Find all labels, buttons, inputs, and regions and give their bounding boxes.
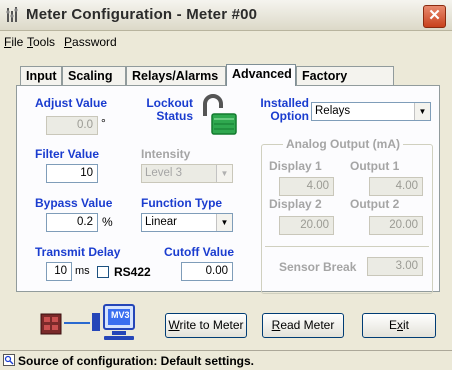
- unlocked-padlock-icon[interactable]: [200, 94, 240, 138]
- read-meter-button[interactable]: Read Meter: [262, 313, 344, 338]
- cable-icon: [64, 322, 90, 324]
- device-label: MV3: [111, 310, 130, 320]
- mv3-computer-icon: MV3: [90, 303, 144, 343]
- meter-device-icon: [40, 313, 62, 335]
- adjust-value-field[interactable]: 0.0: [46, 116, 98, 135]
- output1-field: 4.00: [369, 177, 423, 196]
- menu-bar: File Tools Password: [0, 31, 452, 51]
- menu-file[interactable]: File: [4, 35, 23, 49]
- chevron-down-icon[interactable]: ▼: [414, 103, 430, 120]
- chevron-down-icon: ▼: [216, 165, 232, 182]
- menu-tools[interactable]: Tools: [27, 35, 55, 49]
- output2-field: 20.00: [369, 216, 423, 235]
- tab-factory-values[interactable]: Factory Values: [296, 66, 394, 102]
- function-type-value: Linear: [145, 216, 177, 228]
- filter-value-label: Filter Value: [35, 147, 100, 161]
- advanced-panel: Adjust Value 0.0 ° Lockout Status Instal…: [16, 85, 440, 294]
- close-icon: ✕: [428, 7, 441, 24]
- transmit-delay-label: Transmit Delay: [35, 245, 121, 259]
- function-type-select[interactable]: Linear ▼: [141, 213, 233, 232]
- adjust-value-label: Adjust Value: [35, 96, 108, 110]
- bypass-value-label: Bypass Value: [35, 196, 113, 210]
- tab-input[interactable]: Input: [20, 66, 62, 85]
- display1-field: 4.00: [279, 177, 334, 196]
- sensor-divider: [265, 246, 429, 247]
- source-info-icon: [3, 354, 15, 366]
- tab-relays-alarms[interactable]: Relays/Alarms: [126, 66, 226, 85]
- intensity-value: Level 3: [145, 167, 183, 179]
- close-button[interactable]: ✕: [423, 5, 446, 28]
- display2-label: Display 2: [269, 197, 322, 211]
- rs422-checkbox[interactable]: [97, 266, 109, 278]
- installed-label-line2: Option: [270, 109, 309, 123]
- bypass-value-field[interactable]: 0.2: [46, 213, 98, 232]
- output2-label: Output 2: [350, 197, 400, 211]
- installed-option-value: Relays: [315, 105, 351, 117]
- installed-option-select[interactable]: Relays ▼: [311, 102, 431, 121]
- lockout-label-line2: Status: [156, 109, 193, 123]
- tab-scaling[interactable]: Scaling: [62, 66, 126, 85]
- title-bar: Meter Configuration - Meter #00 ✕: [0, 0, 452, 31]
- analog-output-title: Analog Output (mA): [283, 138, 403, 151]
- sensor-break-field: 3.00: [367, 257, 423, 276]
- output1-label: Output 1: [350, 159, 400, 173]
- adjust-value-unit: °: [101, 116, 106, 130]
- rs422-label: RS422: [114, 265, 151, 279]
- display2-field: 20.00: [279, 216, 334, 235]
- exit-button[interactable]: Exit: [362, 313, 436, 338]
- status-bar: Source of configuration: Default setting…: [0, 350, 452, 370]
- window-title: Meter Configuration - Meter #00: [26, 6, 258, 23]
- write-to-meter-button[interactable]: Write to Meter: [165, 313, 247, 338]
- intensity-select: Level 3 ▼: [141, 164, 233, 183]
- cutoff-value-field[interactable]: 0.00: [181, 262, 233, 281]
- menu-password[interactable]: Password: [64, 35, 117, 49]
- tab-advanced[interactable]: Advanced: [226, 64, 296, 86]
- chevron-down-icon[interactable]: ▼: [216, 214, 232, 231]
- display1-label: Display 1: [269, 159, 322, 173]
- cutoff-value-label: Cutoff Value: [164, 245, 235, 259]
- bypass-value-unit: %: [102, 215, 113, 229]
- filter-value-field[interactable]: 10: [46, 164, 98, 183]
- transmit-delay-field[interactable]: 10: [46, 262, 72, 281]
- transmit-delay-unit: ms: [75, 265, 90, 277]
- intensity-label: Intensity: [141, 147, 191, 161]
- status-text: Source of configuration: Default setting…: [18, 354, 255, 368]
- function-type-label: Function Type: [141, 196, 223, 210]
- sensor-break-label: Sensor Break: [279, 260, 357, 274]
- meter-app-icon: [6, 7, 18, 22]
